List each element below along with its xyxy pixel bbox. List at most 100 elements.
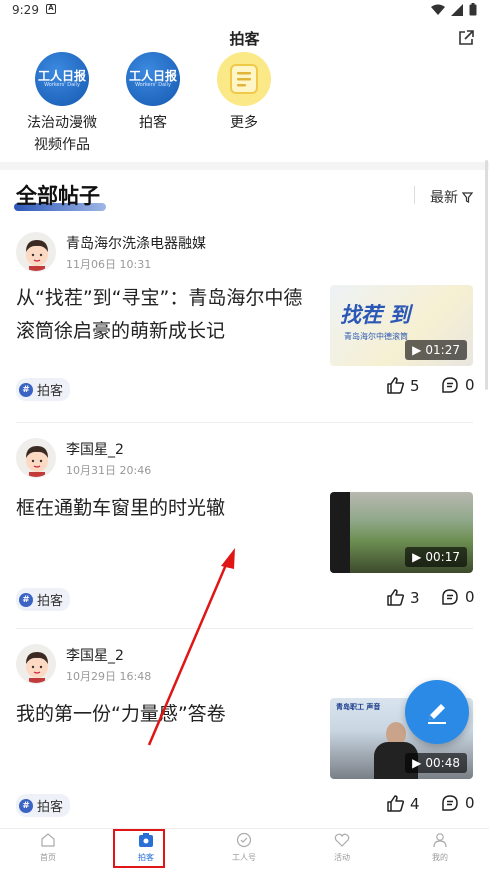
hashtag-icon: # <box>19 592 33 607</box>
comment-button[interactable]: 0 <box>441 588 475 606</box>
logo-text: 工人日报 <box>37 69 86 83</box>
channel-more[interactable]: 更多 <box>189 52 299 134</box>
author-name[interactable]: 李国星_2 <box>66 645 124 665</box>
post-item[interactable]: 李国星_2 10月31日 20:46 框在通勤车窗里的时光辙 ▶ 00:17 # 拍… <box>0 434 489 634</box>
thumbnail-subcaption: 青岛海尔中德滚筒 <box>344 332 408 341</box>
like-button[interactable]: 5 <box>386 376 420 395</box>
comment-count: 0 <box>465 794 475 812</box>
check-badge-icon <box>236 832 252 848</box>
tab-highlight-box <box>113 829 165 868</box>
status-bar: 9:29 A <box>0 0 489 20</box>
duration-text: 00:48 <box>425 756 460 770</box>
like-count: 4 <box>410 794 420 813</box>
post-date: 10月29日 16:48 <box>66 670 152 683</box>
tag-label: 拍客 <box>37 384 64 399</box>
video-duration: ▶ 00:17 <box>405 547 467 567</box>
tag-label: 拍客 <box>37 800 64 815</box>
more-icon <box>217 52 271 106</box>
workers-daily-logo: 工人日报 Workers' Daily <box>126 52 180 106</box>
topic-tag[interactable]: # 拍客 <box>16 378 71 401</box>
video-thumbnail[interactable]: ▶ 00:17 <box>330 492 473 573</box>
like-count: 5 <box>410 376 420 395</box>
tab-worker-account[interactable]: 工人号 <box>214 832 274 863</box>
notification-icon: A <box>46 4 56 14</box>
video-thumbnail[interactable]: 找茬 到 青岛海尔中德滚筒 ▶ 01:27 <box>330 285 473 366</box>
system-icons <box>431 3 477 16</box>
compose-button[interactable] <box>405 680 469 744</box>
duration-text: 00:17 <box>425 550 460 564</box>
divider <box>16 628 473 629</box>
tab-profile[interactable]: 我的 <box>410 832 470 863</box>
filter-icon <box>462 191 473 203</box>
topic-tag[interactable]: # 拍客 <box>16 588 71 611</box>
comment-icon <box>442 589 458 605</box>
video-duration: ▶ 00:48 <box>405 753 467 773</box>
pencil-icon <box>428 704 446 724</box>
comment-button[interactable]: 0 <box>441 794 475 812</box>
window-frame <box>330 492 350 573</box>
avatar[interactable] <box>16 644 56 684</box>
user-icon <box>433 833 447 848</box>
avatar[interactable] <box>16 438 56 478</box>
thumbnail-caption: 找茬 到 <box>340 303 411 327</box>
status-time: 9:29 <box>12 3 39 17</box>
section-title: 全部帖子 <box>16 184 100 208</box>
signal-icon <box>451 3 463 16</box>
channel-list: 工人日报 Workers' Daily 法治动漫微 视频作品 工人日报 Work… <box>0 52 489 162</box>
divider <box>0 162 489 170</box>
play-icon: ▶ <box>412 756 422 770</box>
channel-label: 更多 <box>230 115 258 131</box>
page-title: 拍客 <box>229 30 260 48</box>
post-date: 11月06日 10:31 <box>66 258 152 271</box>
hashtag-icon: # <box>19 798 33 813</box>
sort-label: 最新 <box>430 190 458 206</box>
battery-icon <box>469 3 477 16</box>
tab-label: 首页 <box>40 853 56 862</box>
tab-label: 活动 <box>334 853 350 862</box>
avatar[interactable] <box>16 232 56 272</box>
like-button[interactable]: 4 <box>386 794 420 813</box>
thumbnail-caption: 青岛职工 声音 <box>336 703 381 711</box>
tab-label: 我的 <box>432 853 448 862</box>
comment-button[interactable]: 0 <box>441 376 475 394</box>
logo-text: 工人日报 <box>128 69 177 83</box>
share-icon[interactable] <box>457 29 475 47</box>
logo-subtext: Workers' Daily <box>44 82 80 88</box>
heart-icon <box>334 833 350 847</box>
comment-count: 0 <box>465 588 475 606</box>
tab-activity[interactable]: 活动 <box>312 832 372 863</box>
author-name[interactable]: 李国星_2 <box>66 439 124 459</box>
post-item[interactable]: 李国星_2 10月29日 16:48 我的第一份“力量感”答卷 青岛职工 声音 … <box>0 640 489 840</box>
thumbs-up-icon <box>387 589 405 606</box>
wifi-icon <box>431 4 445 15</box>
logo-subtext: Workers' Daily <box>135 82 171 88</box>
thumbs-up-icon <box>387 377 405 394</box>
video-duration: ▶ 01:27 <box>405 340 467 360</box>
play-icon: ▶ <box>412 343 422 357</box>
topic-tag[interactable]: # 拍客 <box>16 794 71 817</box>
comment-count: 0 <box>465 376 475 394</box>
tab-home[interactable]: 首页 <box>18 832 78 863</box>
bottom-tab-bar: 首页 拍客 工人号 活动 我的 <box>0 828 489 869</box>
tag-label: 拍客 <box>37 594 64 609</box>
sort-button[interactable]: 最新 <box>430 187 473 207</box>
section-header: 全部帖子 最新 <box>0 170 489 218</box>
thumbs-up-icon <box>387 795 405 812</box>
tab-label: 工人号 <box>232 853 256 862</box>
like-button[interactable]: 3 <box>386 588 420 607</box>
divider <box>414 186 415 204</box>
app-header: 拍客 <box>0 20 489 56</box>
post-headline[interactable]: 框在通勤车窗里的时光辙 <box>16 492 318 525</box>
divider <box>16 422 473 423</box>
home-icon <box>41 833 55 847</box>
post-headline[interactable]: 我的第一份“力量感”答卷 <box>16 698 318 731</box>
duration-text: 01:27 <box>425 343 460 357</box>
comment-icon <box>442 377 458 393</box>
post-item[interactable]: 青岛海尔洗涤电器融媒 11月06日 10:31 从“找茬”到“寻宝”：青岛海尔中… <box>0 228 489 428</box>
comment-icon <box>442 795 458 811</box>
play-icon: ▶ <box>412 550 422 564</box>
post-headline[interactable]: 从“找茬”到“寻宝”：青岛海尔中德滚筒徐启豪的萌新成长记 <box>16 282 318 348</box>
post-date: 10月31日 20:46 <box>66 464 152 477</box>
hashtag-icon: # <box>19 382 33 397</box>
author-name[interactable]: 青岛海尔洗涤电器融媒 <box>66 233 206 253</box>
